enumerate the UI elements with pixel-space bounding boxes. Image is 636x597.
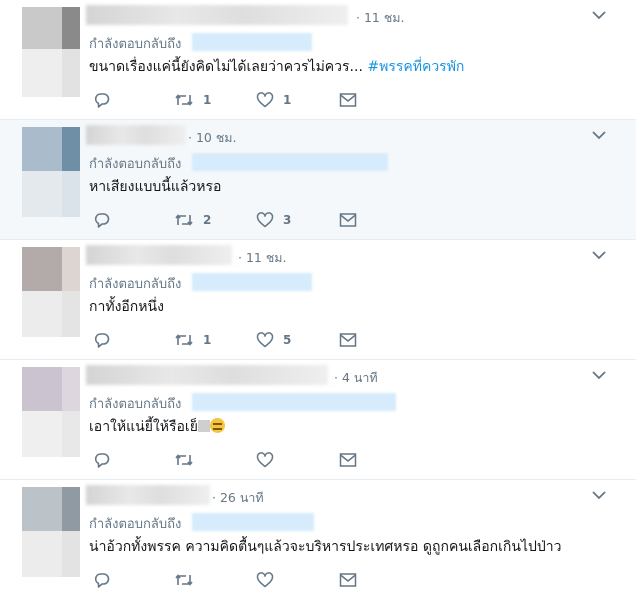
like-button[interactable]: 3 bbox=[256, 210, 291, 230]
like-button[interactable] bbox=[256, 570, 283, 590]
tweet-3[interactable]: · 11 ชม. กำลังตอบกลับถึง กาทั้งอีกหนึ่ง … bbox=[0, 240, 636, 360]
retweet-button[interactable] bbox=[174, 570, 203, 590]
tweet-text-content: เอาให้แน่ยี้ให้รือเย็ bbox=[89, 419, 198, 435]
retweet-button[interactable] bbox=[174, 450, 203, 470]
like-button[interactable]: 1 bbox=[256, 90, 291, 110]
like-button[interactable] bbox=[256, 450, 283, 470]
expressionless-face-icon bbox=[209, 418, 225, 433]
chevron-down-icon[interactable] bbox=[592, 250, 606, 260]
direct-message-icon bbox=[339, 333, 357, 347]
chevron-down-icon[interactable] bbox=[592, 490, 606, 500]
tweet-text-content: น่าอ้วกทั้งพรรค ความคิดตื้นๆแล้วจะบริหาร… bbox=[89, 539, 562, 555]
direct-message-button[interactable] bbox=[339, 330, 357, 350]
reply-icon bbox=[94, 333, 110, 348]
direct-message-icon bbox=[339, 93, 357, 107]
replying-to-label: กำลังตอบกลับถึง bbox=[89, 277, 182, 292]
tweet-2[interactable]: · 10 ชม. กำลังตอบกลับถึง หาเสียงแบบนี้แล… bbox=[0, 120, 636, 240]
direct-message-button[interactable] bbox=[339, 90, 357, 110]
chevron-down-icon[interactable] bbox=[592, 10, 606, 20]
like-count: 1 bbox=[283, 93, 292, 107]
reply-icon bbox=[94, 93, 110, 108]
tweet-timestamp[interactable]: · 10 ชม. bbox=[188, 128, 237, 148]
retweet-icon bbox=[175, 454, 193, 466]
author-name-redacted[interactable] bbox=[86, 125, 186, 145]
direct-message-button[interactable] bbox=[339, 210, 357, 230]
avatar[interactable] bbox=[22, 7, 80, 107]
hashtag-link[interactable]: #พรรคที่ควรพัก bbox=[367, 59, 464, 75]
retweet-button[interactable]: 2 bbox=[174, 210, 211, 230]
replying-to-handle-redacted[interactable] bbox=[192, 153, 388, 171]
reply-button[interactable] bbox=[93, 570, 120, 590]
like-icon bbox=[256, 572, 274, 588]
author-name-redacted[interactable] bbox=[86, 365, 328, 385]
replying-to-handle-redacted[interactable] bbox=[192, 33, 312, 51]
redacted-mosaic bbox=[197, 420, 210, 432]
reply-button[interactable] bbox=[93, 90, 120, 110]
reply-icon bbox=[94, 573, 110, 588]
like-icon bbox=[256, 92, 274, 108]
retweet-button[interactable]: 1 bbox=[174, 90, 211, 110]
chevron-down-icon[interactable] bbox=[592, 130, 606, 140]
tweet-text: ขนาดเรื่องแค่นี้ยังคิดไม่ได้เลยว่าควรไม่… bbox=[89, 56, 464, 78]
reply-icon bbox=[94, 213, 110, 228]
tweet-text: น่าอ้วกทั้งพรรค ความคิดตื้นๆแล้วจะบริหาร… bbox=[89, 536, 562, 558]
avatar[interactable] bbox=[22, 247, 80, 347]
replying-to-label: กำลังตอบกลับถึง bbox=[89, 397, 182, 412]
tweet-4[interactable]: · 4 นาที กำลังตอบกลับถึง เอาให้แน่ยี้ให้… bbox=[0, 360, 636, 480]
like-icon bbox=[256, 452, 274, 468]
like-count: 5 bbox=[283, 333, 292, 347]
reply-icon bbox=[94, 453, 110, 468]
author-name-redacted[interactable] bbox=[86, 485, 210, 505]
retweet-button[interactable]: 1 bbox=[174, 330, 211, 350]
like-icon bbox=[256, 332, 274, 348]
replying-to-label: กำลังตอบกลับถึง bbox=[89, 517, 182, 532]
like-icon bbox=[256, 212, 274, 228]
tweet-actions: 1 1 bbox=[89, 90, 369, 110]
tweet-text: หาเสียงแบบนี้แล้วหรอ bbox=[89, 176, 221, 198]
replying-to-handle-redacted[interactable] bbox=[192, 273, 312, 291]
retweet-icon bbox=[175, 94, 193, 106]
avatar[interactable] bbox=[22, 487, 80, 587]
retweet-count: 2 bbox=[203, 213, 212, 227]
tweet-text: เอาให้แน่ยี้ให้รือเย็ bbox=[89, 416, 225, 438]
replying-to-handle-redacted[interactable] bbox=[192, 513, 314, 531]
retweet-icon bbox=[175, 574, 193, 586]
replying-to-handle-redacted[interactable] bbox=[192, 393, 396, 411]
like-button[interactable]: 5 bbox=[256, 330, 291, 350]
tweet-timestamp[interactable]: · 11 ชม. bbox=[238, 248, 287, 268]
avatar[interactable] bbox=[22, 367, 80, 467]
tweet-text: กาทั้งอีกหนึ่ง bbox=[89, 296, 164, 318]
tweet-text-content: กาทั้งอีกหนึ่ง bbox=[89, 299, 164, 315]
retweet-count: 1 bbox=[203, 93, 212, 107]
retweet-icon bbox=[175, 214, 193, 226]
retweet-icon bbox=[175, 334, 193, 346]
tweet-timestamp[interactable]: · 11 ชม. bbox=[356, 8, 405, 28]
direct-message-button[interactable] bbox=[339, 450, 357, 470]
tweet-text-content: ขนาดเรื่องแค่นี้ยังคิดไม่ได้เลยว่าควรไม่… bbox=[89, 59, 363, 75]
reply-button[interactable] bbox=[93, 330, 120, 350]
direct-message-icon bbox=[339, 453, 357, 467]
tweet-1[interactable]: · 11 ชม. กำลังตอบกลับถึง ขนาดเรื่องแค่นี… bbox=[0, 0, 636, 120]
avatar[interactable] bbox=[22, 127, 80, 227]
chevron-down-icon[interactable] bbox=[592, 370, 606, 380]
tweet-text-content: หาเสียงแบบนี้แล้วหรอ bbox=[89, 179, 222, 195]
reply-button[interactable] bbox=[93, 210, 120, 230]
author-name-redacted[interactable] bbox=[86, 5, 348, 25]
tweet-actions: 1 5 bbox=[89, 330, 369, 350]
tweet-timestamp[interactable]: · 26 นาที bbox=[212, 488, 264, 508]
tweet-actions: 2 3 bbox=[89, 210, 369, 230]
tweet-actions bbox=[89, 570, 369, 590]
tweet-5[interactable]: · 26 นาที กำลังตอบกลับถึง น่าอ้วกทั้งพรร… bbox=[0, 480, 636, 597]
replying-to-label: กำลังตอบกลับถึง bbox=[89, 37, 182, 52]
author-name-redacted[interactable] bbox=[86, 245, 232, 265]
direct-message-icon bbox=[339, 573, 357, 587]
tweet-actions bbox=[89, 450, 369, 470]
direct-message-icon bbox=[339, 213, 357, 227]
retweet-count: 1 bbox=[203, 333, 212, 347]
reply-button[interactable] bbox=[93, 450, 120, 470]
replying-to-label: กำลังตอบกลับถึง bbox=[89, 157, 182, 172]
like-count: 3 bbox=[283, 213, 292, 227]
tweet-timestamp[interactable]: · 4 นาที bbox=[334, 368, 378, 388]
direct-message-button[interactable] bbox=[339, 570, 357, 590]
